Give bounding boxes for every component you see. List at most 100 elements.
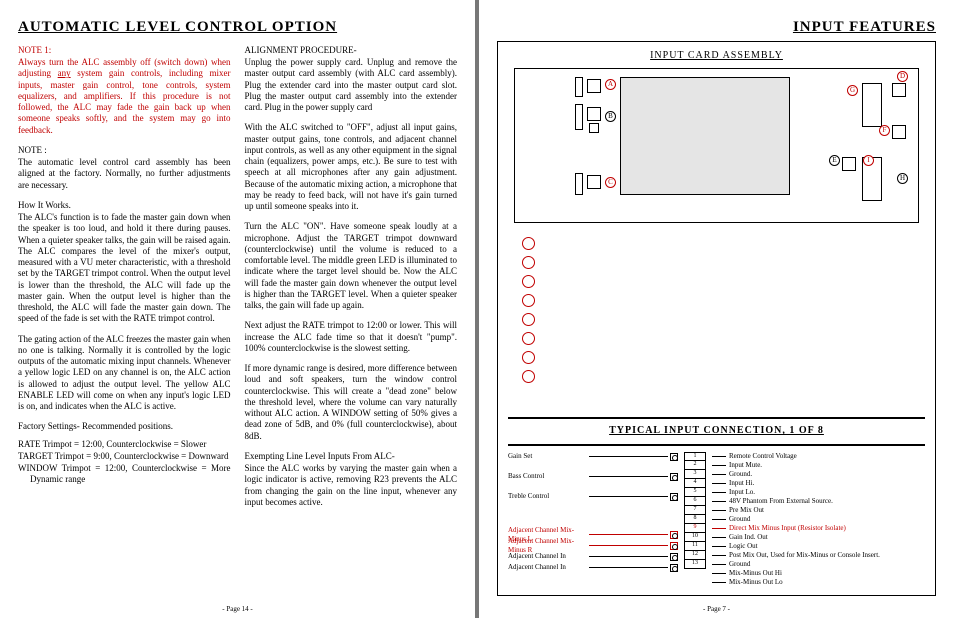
adj-label: Adjacent Channel In — [508, 563, 587, 572]
dot-icon — [522, 294, 535, 307]
typical-title: TYPICAL INPUT CONNECTION, 1 OF 8 — [508, 425, 925, 438]
pin-cell: 11 — [684, 542, 706, 551]
pin-desc-row: Post Mix Out, Used for Mix-Minus or Cons… — [712, 551, 925, 560]
control-label: Gain Set — [508, 452, 587, 461]
pin-desc-label: Mix-Minus Out Hi — [729, 569, 782, 578]
strip-b — [575, 104, 583, 130]
left-title: AUTOMATIC LEVEL CONTROL OPTION — [18, 18, 457, 37]
align-5: If more dynamic range is desired, more d… — [245, 363, 458, 442]
lead-line — [589, 567, 668, 568]
dot-icon — [522, 351, 535, 364]
badge-b: B — [605, 111, 616, 122]
sq-b1 — [587, 107, 601, 121]
hiw-body: The ALC's function is to fade the master… — [18, 212, 231, 323]
pin-desc-row: Mix-Minus Out Hi — [712, 569, 925, 578]
fs-head: Factory Settings- Recommended positions. — [18, 421, 231, 432]
dot-column — [522, 237, 535, 389]
pin-cell: 7 — [684, 506, 706, 515]
badge-e: E — [829, 155, 840, 166]
pin-desc-label: Mix-Minus Out Lo — [729, 578, 783, 587]
lead-line — [712, 510, 726, 511]
note2-head: NOTE : — [18, 145, 231, 156]
pin-desc-label: Ground — [729, 560, 750, 569]
left-columns: NOTE 1: Always turn the ALC assembly off… — [18, 45, 457, 517]
exempt-body: Since the ALC works by varying the maste… — [245, 463, 458, 507]
strip-a — [575, 77, 583, 97]
trimpot-icon — [670, 531, 678, 539]
pin-cell: 9 — [684, 524, 706, 533]
adj-row: Adjacent Channel In — [508, 552, 678, 562]
pin-desc-label: Gain Ind. Out — [729, 533, 768, 542]
lead-line — [712, 519, 726, 520]
badge-a: A — [605, 79, 616, 90]
badge-c: C — [605, 177, 616, 188]
lead-line — [712, 492, 726, 493]
left-page: AUTOMATIC LEVEL CONTROL OPTION NOTE 1: A… — [0, 0, 477, 618]
sq-d — [892, 83, 906, 97]
lead-line — [712, 546, 726, 547]
assembly-title: INPUT CARD ASSEMBLY — [508, 50, 925, 63]
pin-cell: 12 — [684, 551, 706, 560]
pin-desc-label: Logic Out — [729, 542, 758, 551]
align-1: Unplug the power supply card. Unplug and… — [245, 57, 458, 112]
pin-cell: 13 — [684, 560, 706, 569]
pin-cell: 10 — [684, 533, 706, 542]
typical-body: Gain SetBass ControlTreble Control Adjac… — [508, 452, 925, 587]
main-card-slot — [620, 77, 790, 195]
pin-desc-label: Pre Mix Out — [729, 506, 764, 515]
trimpot-icon — [670, 453, 678, 461]
factory-settings: Factory Settings- Recommended positions.… — [18, 421, 231, 485]
typical-block: TYPICAL INPUT CONNECTION, 1 OF 8 Gain Se… — [508, 417, 925, 587]
trimpot-icon — [670, 493, 678, 501]
pin-desc-row: 48V Phantom From External Source. — [712, 497, 925, 506]
pin-cell: 3 — [684, 470, 706, 479]
pin-column: 12345678910111213 — [684, 452, 706, 587]
align-head: ALIGNMENT PROCEDURE- — [245, 45, 458, 56]
lead-line — [712, 537, 726, 538]
right-page: INPUT FEATURES INPUT CARD ASSEMBLY A B C… — [477, 0, 954, 618]
fs-rate: RATE Trimpot = 12:00, Counterclockwise =… — [30, 439, 231, 450]
dot-icon — [522, 275, 535, 288]
left-col-1: NOTE 1: Always turn the ALC assembly off… — [18, 45, 231, 517]
pin-desc-row: Pre Mix Out — [712, 506, 925, 515]
pin-cell: 6 — [684, 497, 706, 506]
pin-desc-label: 48V Phantom From External Source. — [729, 497, 833, 506]
lead-line — [589, 496, 668, 497]
lead-line — [589, 534, 668, 535]
control-label: Bass Control — [508, 472, 587, 481]
right-title: INPUT FEATURES — [497, 18, 936, 37]
lead-line — [712, 474, 726, 475]
align-3: Turn the ALC "ON". Have someone speak lo… — [245, 221, 458, 311]
pin-desc-label: Direct Mix Minus Input (Resistor Isolate… — [729, 524, 846, 533]
left-col-2: ALIGNMENT PROCEDURE- Unplug the power su… — [245, 45, 458, 517]
pin-desc-label: Input Mute. — [729, 461, 762, 470]
pin-desc-row: Input Mute. — [712, 461, 925, 470]
lead-line — [712, 501, 726, 502]
fs-target: TARGET Trimpot = 9:00, Counterclockwise … — [30, 451, 231, 462]
pin-cell: 8 — [684, 515, 706, 524]
lead-line — [712, 483, 726, 484]
pin-desc-row: Ground — [712, 515, 925, 524]
strip-c — [575, 173, 583, 195]
right-footer: - Page 7 - — [479, 605, 954, 614]
pin-cell: 2 — [684, 461, 706, 470]
trimpot-icon — [670, 564, 678, 572]
pin-desc-row: Gain Ind. Out — [712, 533, 925, 542]
dot-icon — [522, 332, 535, 345]
badge-h: H — [897, 173, 908, 184]
note1: NOTE 1: Always turn the ALC assembly off… — [18, 45, 231, 136]
pin-cell: 5 — [684, 488, 706, 497]
pin-desc-label: Input Lo. — [729, 488, 755, 497]
left-footer: - Page 14 - — [0, 605, 475, 614]
rule-bot — [508, 444, 925, 446]
lead-line — [712, 555, 726, 556]
assembly-diagram: A B C D E F G H I — [514, 68, 919, 223]
lead-line — [589, 556, 668, 557]
align-2: With the ALC switched to "OFF", adjust a… — [245, 122, 458, 212]
lead-line — [712, 582, 726, 583]
sq-b2 — [589, 123, 599, 133]
pin-desc-label: Remote Control Voltage — [729, 452, 797, 461]
trimpot-icon — [670, 473, 678, 481]
lead-line — [712, 573, 726, 574]
typ-right: Remote Control VoltageInput Mute.Ground.… — [712, 452, 925, 587]
